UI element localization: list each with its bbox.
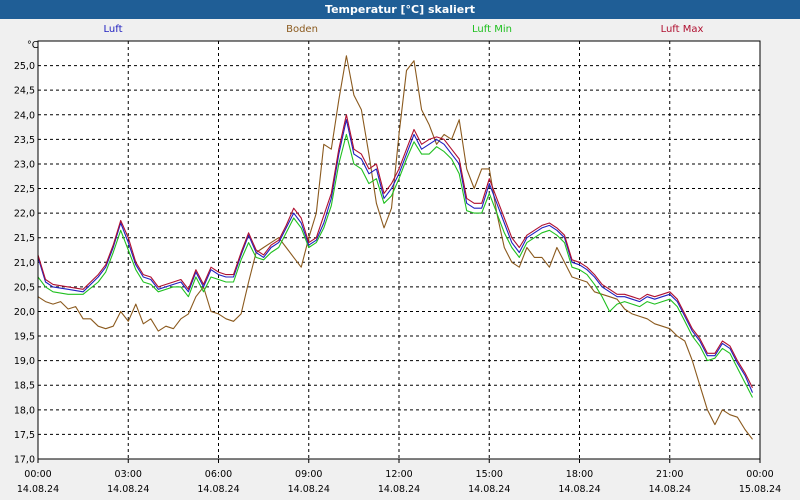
x-tick-date: 14.08.24: [558, 484, 600, 495]
y-tick-label: 18,5: [14, 381, 35, 392]
y-tick-label: 25,0: [14, 61, 35, 72]
y-tick-label: 17,5: [14, 430, 35, 441]
x-tick-time: 00:00: [24, 469, 51, 480]
y-tick-label: 24,0: [14, 110, 35, 121]
y-tick-label: 19,5: [14, 332, 35, 343]
y-tick-label: 17,0: [14, 455, 35, 466]
y-tick-label: 19,0: [14, 356, 35, 367]
y-tick-label: 21,0: [14, 258, 35, 269]
y-tick-label: 18,0: [14, 405, 35, 416]
x-tick-time: 18:00: [566, 469, 593, 480]
x-tick-time: 00:00: [746, 469, 773, 480]
y-tick-label: 21,5: [14, 233, 35, 244]
y-tick-label: 24,5: [14, 86, 35, 97]
y-tick-label: 22,0: [14, 209, 35, 220]
temperature-chart: 17,0 17,5 18,0 18,5 19,0 19,5 20,0 20,5 21,0 21,5…: [14, 40, 781, 495]
y-tick-label: 22,5: [14, 184, 35, 195]
x-tick-time: 03:00: [115, 469, 142, 480]
y-tick-label: 20,5: [14, 282, 35, 293]
x-tick-date: 14.08.24: [107, 484, 149, 495]
x-tick-date: 14.08.24: [649, 484, 691, 495]
x-tick-time: 09:00: [295, 469, 322, 480]
x-tick-date: 15.08.24: [739, 484, 781, 495]
y-tick-label: 20,0: [14, 307, 35, 318]
x-tick-date: 14.08.24: [197, 484, 239, 495]
x-tick-date: 14.08.24: [288, 484, 330, 495]
x-tick-time: 06:00: [205, 469, 232, 480]
x-tick-time: 12:00: [385, 469, 412, 480]
x-tick-date: 14.08.24: [378, 484, 420, 495]
y-axis-unit: °C: [27, 40, 39, 51]
x-tick-time: 15:00: [476, 469, 503, 480]
x-tick-date: 14.08.24: [468, 484, 510, 495]
y-tick-label: 23,5: [14, 135, 35, 146]
y-tick-label: 23,0: [14, 159, 35, 170]
x-tick-date: 14.08.24: [17, 484, 59, 495]
x-tick-time: 21:00: [656, 469, 683, 480]
